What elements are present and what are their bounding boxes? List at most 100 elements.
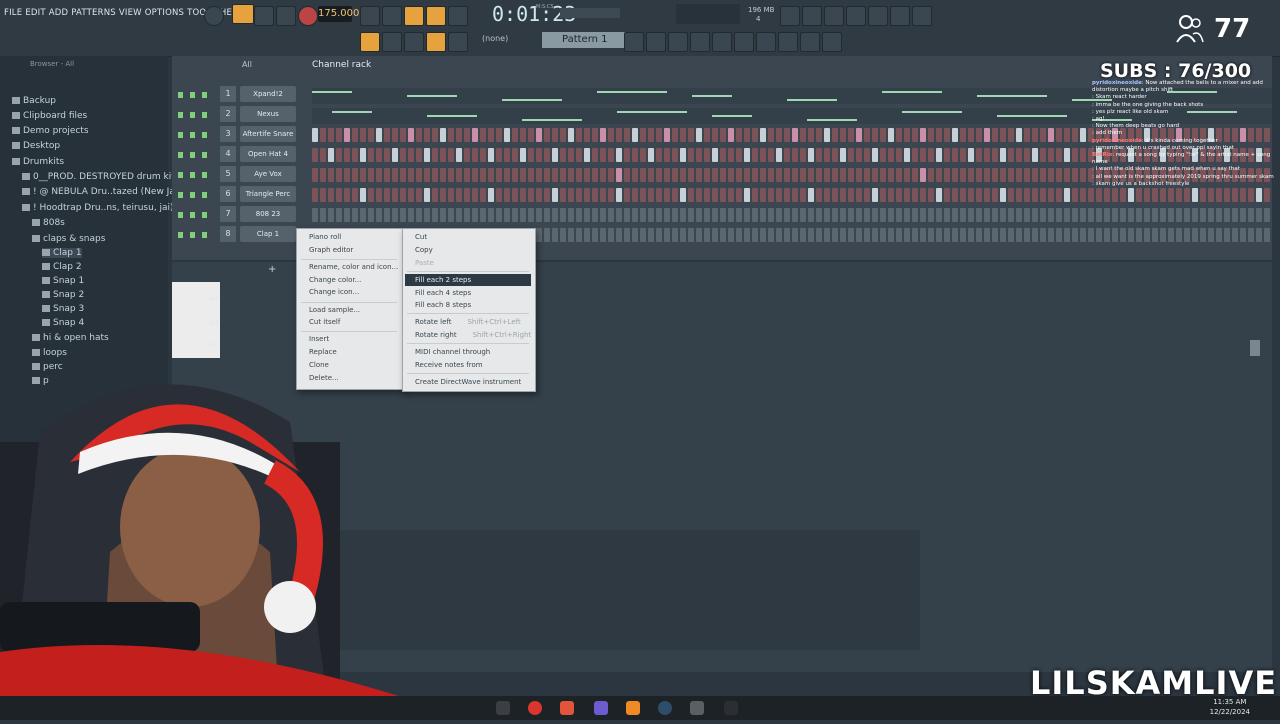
step-button[interactable] xyxy=(744,128,750,142)
step-button[interactable] xyxy=(560,208,566,222)
step-button[interactable] xyxy=(624,168,630,182)
browser-item[interactable]: Snap 4 xyxy=(42,318,84,328)
step-button[interactable] xyxy=(376,208,382,222)
step-button[interactable] xyxy=(328,168,334,182)
step-button[interactable] xyxy=(664,168,670,182)
step-button[interactable] xyxy=(776,228,782,242)
step-button[interactable] xyxy=(648,188,654,202)
step-button[interactable] xyxy=(544,208,550,222)
channel-controls[interactable] xyxy=(178,232,214,238)
step-button[interactable] xyxy=(992,188,998,202)
step-button[interactable] xyxy=(720,188,726,202)
context-menu-item[interactable]: Cut itself xyxy=(309,318,340,326)
step-button[interactable] xyxy=(1016,168,1022,182)
cut-icon[interactable] xyxy=(802,6,822,26)
step-button[interactable] xyxy=(584,188,590,202)
browser-item[interactable]: 808s xyxy=(32,218,65,228)
step-button[interactable] xyxy=(504,208,510,222)
step-button[interactable] xyxy=(616,228,622,242)
step-button[interactable] xyxy=(656,128,662,142)
step-button[interactable] xyxy=(976,168,982,182)
step-button[interactable] xyxy=(728,208,734,222)
step-button[interactable] xyxy=(520,188,526,202)
menu-edit[interactable]: EDIT xyxy=(25,8,45,18)
step-button[interactable] xyxy=(800,228,806,242)
step-button[interactable] xyxy=(400,128,406,142)
step-button[interactable] xyxy=(880,228,886,242)
step-button[interactable] xyxy=(944,228,950,242)
step-button[interactable] xyxy=(1032,148,1038,162)
step-button[interactable] xyxy=(1056,188,1062,202)
context-menu-item[interactable]: Fill each 2 steps xyxy=(415,276,471,284)
step-button[interactable] xyxy=(1024,168,1030,182)
channel-number[interactable]: 3 xyxy=(220,126,236,142)
step-button[interactable] xyxy=(552,128,558,142)
step-button[interactable] xyxy=(1040,148,1046,162)
step-button[interactable] xyxy=(984,208,990,222)
step-button[interactable] xyxy=(824,128,830,142)
step-button[interactable] xyxy=(712,168,718,182)
step-button[interactable] xyxy=(920,228,926,242)
step-button[interactable] xyxy=(528,168,534,182)
menu-add[interactable]: ADD xyxy=(49,8,69,18)
step-button[interactable] xyxy=(792,128,798,142)
step-button[interactable] xyxy=(760,128,766,142)
step-button[interactable] xyxy=(600,228,606,242)
step-button[interactable] xyxy=(1040,168,1046,182)
step-button[interactable] xyxy=(624,148,630,162)
step-button[interactable] xyxy=(952,228,958,242)
step-button[interactable] xyxy=(488,128,494,142)
step-button[interactable] xyxy=(496,168,502,182)
step-button[interactable] xyxy=(1000,128,1006,142)
step-button[interactable] xyxy=(528,188,534,202)
step-button[interactable] xyxy=(904,128,910,142)
step-button[interactable] xyxy=(568,188,574,202)
step-button[interactable] xyxy=(624,128,630,142)
step-button[interactable] xyxy=(672,188,678,202)
step-button[interactable] xyxy=(888,228,894,242)
step-button[interactable] xyxy=(1024,148,1030,162)
step-button[interactable] xyxy=(608,148,614,162)
step-button[interactable] xyxy=(608,188,614,202)
browser-item[interactable]: ! Hoodtrap Dru..ns, teirusu, jai) xyxy=(22,203,174,213)
step-button[interactable] xyxy=(880,128,886,142)
step-button[interactable] xyxy=(832,148,838,162)
step-button[interactable] xyxy=(424,208,430,222)
step-button[interactable] xyxy=(1080,188,1086,202)
step-button[interactable] xyxy=(920,188,926,202)
step-button[interactable] xyxy=(1024,228,1030,242)
step-button[interactable] xyxy=(912,168,918,182)
step-button[interactable] xyxy=(616,128,622,142)
step-button[interactable] xyxy=(328,188,334,202)
step-button[interactable] xyxy=(896,148,902,162)
step-button[interactable] xyxy=(872,168,878,182)
step-button[interactable] xyxy=(1040,228,1046,242)
step-button[interactable] xyxy=(824,228,830,242)
step-button[interactable] xyxy=(600,148,606,162)
step-button[interactable] xyxy=(784,128,790,142)
step-button[interactable] xyxy=(936,228,942,242)
step-button[interactable] xyxy=(736,148,742,162)
step-button[interactable] xyxy=(440,168,446,182)
step-button[interactable] xyxy=(648,128,654,142)
channel-name-button[interactable]: Xpand!2 xyxy=(240,86,296,102)
step-button[interactable] xyxy=(624,228,630,242)
step-button[interactable] xyxy=(608,128,614,142)
step-button[interactable] xyxy=(504,148,510,162)
step-button[interactable] xyxy=(376,148,382,162)
step-button[interactable] xyxy=(720,168,726,182)
step-button[interactable] xyxy=(696,228,702,242)
step-button[interactable] xyxy=(352,148,358,162)
step-button[interactable] xyxy=(464,148,470,162)
step-button[interactable] xyxy=(664,188,670,202)
context-menu-item[interactable]: Graph editor xyxy=(309,246,353,254)
step-button[interactable] xyxy=(824,168,830,182)
step-button[interactable] xyxy=(568,228,574,242)
step-button[interactable] xyxy=(1048,128,1054,142)
step-button[interactable] xyxy=(480,168,486,182)
wait-record-icon[interactable] xyxy=(382,6,402,26)
step-button[interactable] xyxy=(464,128,470,142)
step-button[interactable] xyxy=(1032,168,1038,182)
step-button[interactable] xyxy=(776,148,782,162)
step-button[interactable] xyxy=(1056,128,1062,142)
